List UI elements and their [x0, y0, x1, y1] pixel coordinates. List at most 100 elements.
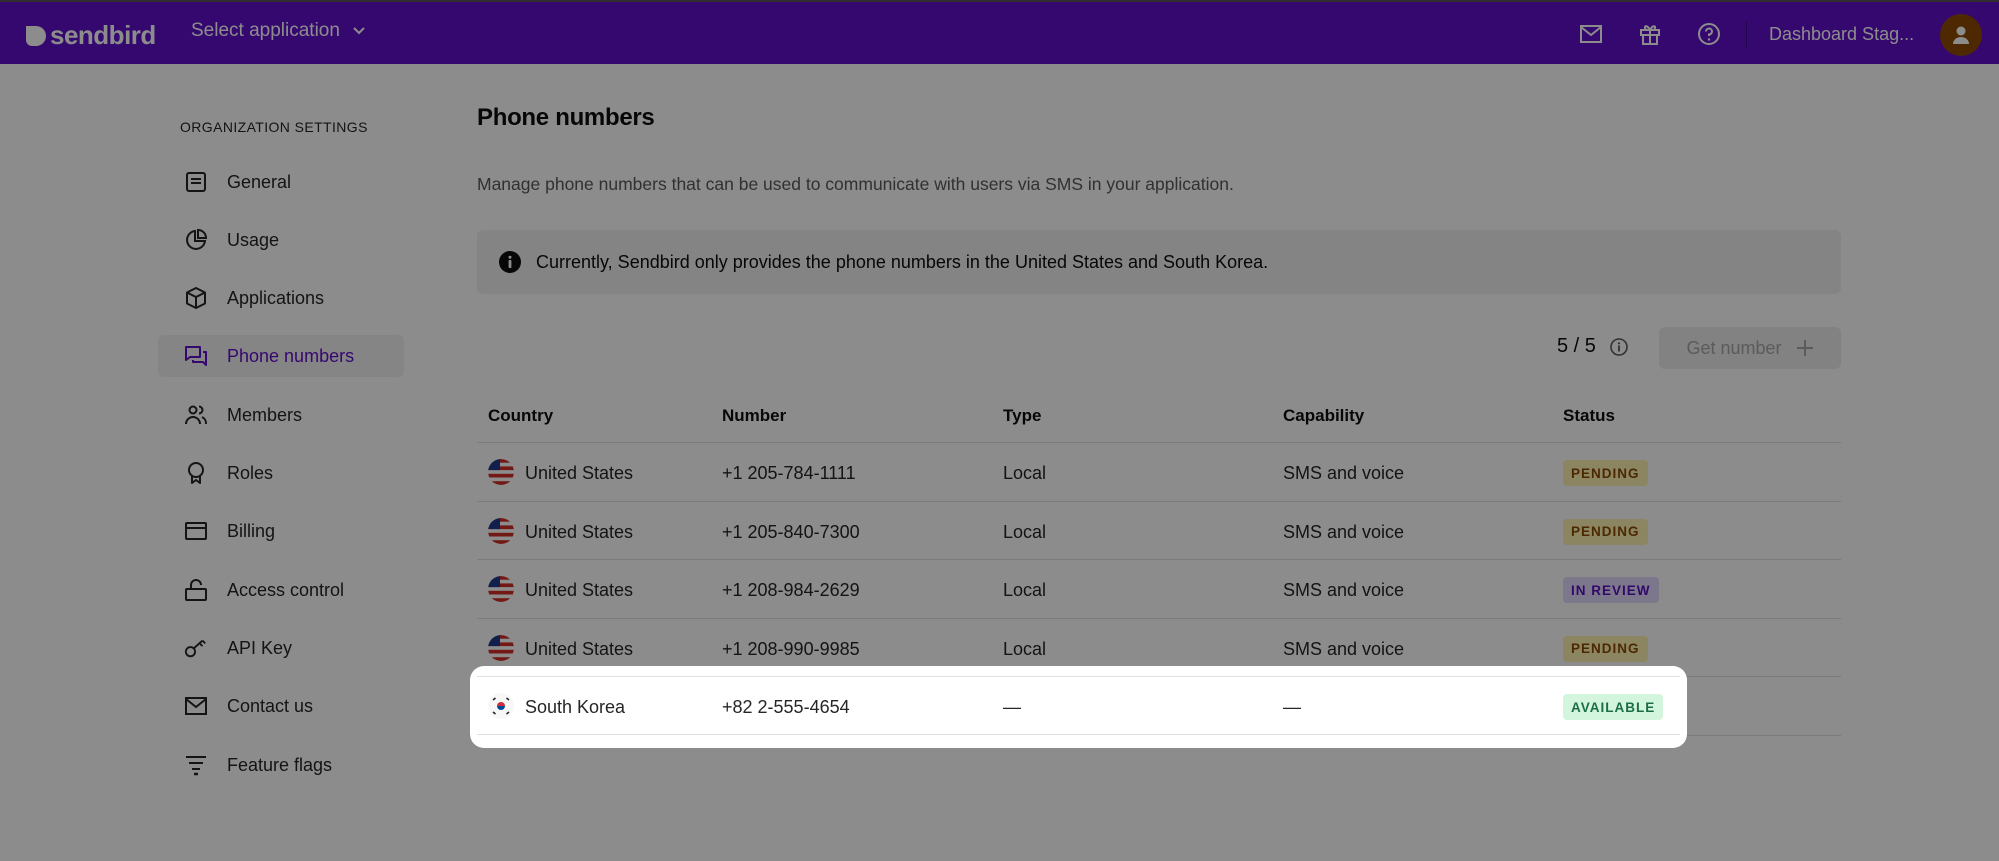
application-selector[interactable]: Select application: [191, 20, 366, 42]
sidebar-item-label: Feature flags: [227, 754, 333, 775]
sidebar-item-phone-numbers[interactable]: Phone numbers: [158, 335, 404, 377]
column-header-capability[interactable]: Capability: [1283, 406, 1364, 426]
sidebar-item-access-control[interactable]: Access control: [158, 569, 404, 611]
country-name: United States: [525, 463, 634, 483]
column-header-type[interactable]: Type: [1003, 406, 1041, 426]
capability: SMS and voice: [1283, 638, 1405, 659]
us-flag-icon: [488, 576, 514, 602]
country-name: United States: [525, 521, 634, 542]
filter-icon: [184, 753, 208, 777]
key-icon: [184, 636, 208, 660]
sidebar-item-label: Billing: [227, 520, 276, 541]
table-header: Country Number Type Capability Status: [477, 387, 1841, 443]
capability: SMS and voice: [1283, 521, 1405, 542]
table-row[interactable]: United States +1 208-984-2629 Local SMS and…: [477, 560, 1841, 619]
mail-icon: [184, 694, 208, 718]
document-icon: [184, 170, 208, 194]
sidebar-item-feature-flags[interactable]: Feature flags: [158, 744, 404, 786]
number-type: Local: [1003, 463, 1047, 483]
country-name: United States: [525, 638, 634, 659]
page-description: Manage phone numbers that can be used to…: [477, 174, 1234, 194]
users-icon: [184, 403, 208, 427]
user-icon: [1953, 26, 1969, 44]
account-name[interactable]: Dashboard Stag...: [1769, 24, 1914, 45]
phone-number: +82 2-555-4654: [722, 697, 850, 717]
table-row[interactable]: United States +1 205-840-7300 Local SMS and…: [477, 502, 1841, 560]
info-banner-text: Currently, Sendbird only provides the ph…: [536, 251, 1269, 272]
info-filled-icon: [499, 251, 521, 273]
status-badge: PENDING: [1563, 635, 1648, 662]
number-type: —: [1003, 697, 1021, 717]
get-number-button[interactable]: Get number: [1659, 327, 1841, 369]
avatar[interactable]: [1940, 14, 1982, 56]
page-title: Phone numbers: [477, 104, 655, 131]
sidebar-item-label: Contact us: [227, 695, 314, 716]
quota-value: 5 / 5: [1557, 335, 1596, 357]
award-icon: [184, 461, 208, 485]
south-korea-flag-icon: [488, 693, 514, 719]
sidebar-item-label: Phone numbers: [227, 345, 355, 366]
application-selector-label: Select application: [191, 20, 340, 41]
sidebar-item-label: Usage: [227, 229, 280, 250]
gift-icon: [1640, 25, 1660, 45]
sidebar-item-label: General: [227, 171, 292, 192]
status-badge: AVAILABLE: [1563, 694, 1664, 720]
gift-button[interactable]: [1637, 21, 1663, 47]
country-name: South Korea: [525, 697, 626, 717]
number-type: Local: [1003, 580, 1047, 600]
help-button[interactable]: [1696, 21, 1722, 47]
sendbird-logo[interactable]: sendbird: [24, 20, 156, 51]
number-type: Local: [1003, 521, 1047, 542]
status-badge: PENDING: [1563, 460, 1648, 486]
sidebar-item-applications[interactable]: Applications: [158, 277, 404, 319]
sidebar-item-members[interactable]: Members: [158, 394, 404, 436]
top-navigation-bar: sendbird Select application Dashboard St…: [0, 0, 1999, 64]
sidebar-heading: ORGANIZATION SETTINGS: [180, 119, 368, 135]
mail-icon: [1580, 25, 1602, 43]
status-badge: PENDING: [1563, 518, 1648, 545]
table-row[interactable]: South Korea +82 2-555-4654 — — AVAILABLE: [477, 676, 1680, 735]
quota-info-button[interactable]: [1610, 337, 1628, 356]
sidebar-item-label: Applications: [227, 287, 325, 308]
sendbird-logo-icon: [26, 25, 46, 46]
sidebar-item-label: Roles: [227, 462, 274, 483]
info-banner: Currently, Sendbird only provides the ph…: [477, 230, 1841, 294]
table-row[interactable]: United States +1 205-784-1111 Local SMS and…: [477, 443, 1841, 502]
sidebar-item-contact-us[interactable]: Contact us: [158, 685, 404, 727]
help-icon: [1698, 23, 1720, 45]
info-icon: [1610, 337, 1628, 356]
capability: SMS and voice: [1283, 580, 1405, 600]
mail-button[interactable]: [1578, 21, 1604, 47]
sidebar-item-api-key[interactable]: API Key: [158, 627, 404, 669]
capability: —: [1283, 697, 1301, 717]
unlock-icon: [184, 578, 208, 602]
status-badge: IN REVIEW: [1563, 577, 1659, 603]
sidebar-item-general[interactable]: General: [158, 161, 404, 203]
country-name: United States: [525, 580, 634, 600]
capability: SMS and voice: [1283, 463, 1405, 483]
phone-number: +1 205-840-7300: [722, 521, 860, 542]
sidebar-item-label: Members: [227, 404, 303, 425]
cube-icon: [184, 286, 208, 310]
us-flag-icon: [488, 459, 514, 485]
sidebar-item-label: API Key: [227, 637, 293, 658]
sidebar-item-billing[interactable]: Billing: [158, 510, 404, 552]
column-header-country[interactable]: Country: [488, 406, 553, 426]
sidebar-item-usage[interactable]: Usage: [158, 219, 404, 261]
plus-icon: [1796, 340, 1813, 356]
pie-chart-icon: [184, 228, 208, 252]
us-flag-icon: [488, 634, 514, 661]
column-header-status[interactable]: Status: [1563, 406, 1615, 426]
phone-number: +1 205-784-1111: [722, 463, 856, 483]
brand-name: sendbird: [50, 20, 156, 50]
chevron-down-icon: [353, 27, 365, 35]
chat-bubbles-icon: [184, 344, 208, 368]
highlighted-row-card: South Korea +82 2-555-4654 — — AVAILABLE: [470, 666, 1687, 748]
number-type: Local: [1003, 638, 1047, 659]
sidebar-item-roles[interactable]: Roles: [158, 452, 404, 494]
topbar-divider: [1746, 22, 1747, 48]
sidebar-item-label: Access control: [227, 579, 345, 600]
column-header-number[interactable]: Number: [722, 406, 786, 426]
us-flag-icon: [488, 517, 514, 544]
credit-card-icon: [184, 519, 208, 543]
